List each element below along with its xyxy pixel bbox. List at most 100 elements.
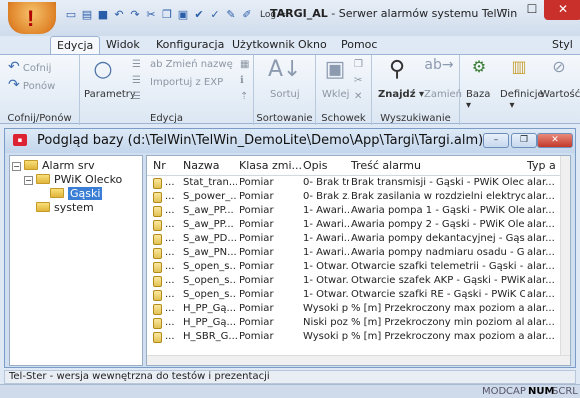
cut-small-icon: ✂ [354,75,363,86]
tree-node-pwik-olecko[interactable]: − PWiK Olecko [24,173,122,186]
table-cell: alar... [527,191,555,202]
alarm-icon [153,304,162,315]
baza-button[interactable]: Baza ▾ [466,89,490,111]
edit-icon[interactable]: ✐ [240,8,254,22]
magnifier-icon: ○ [93,57,113,82]
tab-okno[interactable]: Okno [292,36,333,54]
table-cell: ... [165,191,175,202]
table-cell: 1- Awari... [303,219,349,230]
table-cell: 1- Otwar... [303,289,349,300]
wartosc-button[interactable]: Wartość [540,89,580,100]
close-button[interactable]: ✕ [544,0,580,20]
new-file-icon[interactable]: ▭ [64,8,78,22]
database-icon: ⚙ [471,57,487,76]
column-header-tresc[interactable]: Treść alarmu [351,159,421,172]
check-list-icon[interactable]: ✓ [208,8,222,22]
vertical-scrollbar[interactable] [560,156,570,355]
table-row[interactable]: ... S_open_s...Pomiar 1- Otwar...Otwarcie … [147,275,562,289]
column-header-klasa[interactable]: Klasa zmi... [239,159,302,172]
arrow-up-icon: ⇡ [240,91,249,102]
table-cell: 0- Brak z... [303,191,349,202]
group-label-cofnij: Cofnij/Ponów [7,113,72,124]
copy-icon[interactable]: ❐ [160,8,174,22]
redo-button[interactable]: ↷ Ponów [8,77,55,93]
app-menu-button[interactable]: ! [8,2,56,34]
table-cell: Otwarcie szafki RE - Gąski - PWiK Olecko [351,289,525,300]
mdi-minimize-button[interactable]: – [483,133,509,148]
parametry-button[interactable]: Parametry [84,89,136,100]
redo-icon: ↷ [8,77,20,93]
definicje-dropdown-icon: ▾ [509,100,515,111]
save-icon[interactable]: ■ [96,8,110,22]
delete-icon[interactable]: ✕ [354,91,362,102]
definicje-button[interactable]: Definicje ▾ [500,89,544,111]
table-cell: Brak zasilania w rozdzielni elektrycznej… [351,191,525,202]
collapse-icon[interactable]: − [24,176,33,185]
collapse-icon[interactable]: − [12,162,21,171]
table-cell: alar... [527,205,555,216]
table-cell: S_open_s... [183,275,237,286]
replace-button[interactable]: Zamień [424,89,462,100]
table-cell: alar... [527,219,555,230]
table-cell: Pomiar [239,177,274,188]
table-cell: 1- Otwar... [303,275,349,286]
table-cell: ... [165,177,175,188]
table-cell: Pomiar [239,191,274,202]
undo-button[interactable]: ↶ Cofnij [8,59,51,75]
find-button[interactable]: Znajdź ▾ [378,89,424,100]
tab-pomoc[interactable]: Pomoc [335,36,383,54]
column-header-nazwa[interactable]: Nazwa [183,159,219,172]
tree-node-gaski[interactable]: Gąski [50,187,103,200]
tree-node-alarm-srv[interactable]: − Alarm srv [12,159,95,172]
table-row[interactable]: ... Stat_tran...Pomiar 0- Brak tr...Brak t… [147,177,562,191]
maximize-button[interactable]: ☐ [518,0,546,20]
alarm-icon [153,220,162,231]
table-row[interactable]: ... S_aw_PP... Pomiar 1- Awari... Awaria pom… [147,219,562,233]
mdi-close-button[interactable]: ✕ [537,133,573,148]
column-header-typ[interactable]: Typ a [527,159,556,172]
cut-icon[interactable]: ✂ [144,8,158,22]
table-row[interactable]: ... S_power_...Pomiar 0- Brak z...Brak zas… [147,191,562,205]
table-cell: Pomiar [239,233,274,244]
redo-icon[interactable]: ↷ [128,8,142,22]
undo-icon[interactable]: ↶ [112,8,126,22]
paste-icon[interactable]: ▣ [176,8,190,22]
table-header: Nr Nazwa Klasa zmi... Opis Treść alarmu … [147,156,570,176]
mdi-restore-button[interactable]: ❐ [511,133,537,148]
column-header-nr[interactable]: Nr [153,159,166,172]
rename-button[interactable]: ab Zmień nazwę [150,59,233,70]
table-row[interactable]: ... S_aw_PP... Pomiar 1- Awari... Awaria pom… [147,205,562,219]
horizontal-scrollbar[interactable] [147,355,570,365]
group-baza: ⚙ Baza ▾ [460,55,498,125]
paste-button[interactable]: Wklej [322,89,349,100]
table-cell: Pomiar [239,331,274,342]
tab-uzytkownik[interactable]: Użytkownik [226,36,301,54]
table-row[interactable]: ... S_open_s...Pomiar 1- Otwar...Otwarcie … [147,289,562,303]
table-row[interactable]: ... H_PP_Gą...Pomiar Niski poz...% [m] Prz… [147,317,562,331]
minimize-button[interactable]: – [490,0,518,20]
tab-widok[interactable]: Widok [100,36,146,54]
tree-node-system[interactable]: system [24,201,94,214]
table-row[interactable]: ... S_aw_PD... Pomiar 1- Awari... Awaria pom… [147,233,562,247]
pencil-icon[interactable]: ✎ [224,8,238,22]
alarm-icon [153,178,162,189]
table-cell: alar... [527,289,555,300]
alarm-icon [153,318,162,329]
group-label-edycja: Edycja [150,113,183,124]
import-button[interactable]: Importuj z EXP [150,77,223,88]
check-icon[interactable]: ✔ [192,8,206,22]
table-row[interactable]: ... H_PP_Gą...Pomiar Wysoki p...% [m] Prze… [147,303,562,317]
copy-small-icon: ❐ [354,59,363,70]
sort-button[interactable]: Sortuj [270,89,300,100]
style-label: Styl [552,38,573,51]
column-header-opis[interactable]: Opis [303,159,327,172]
tab-konfiguracja[interactable]: Konfiguracja [150,36,230,54]
tab-edycja[interactable]: Edycja [50,36,101,54]
alarm-icon [153,290,162,301]
open-icon[interactable]: ▤ [80,8,94,22]
table-row[interactable]: ... S_aw_PN... Pomiar 1- Awari... Awaria pom… [147,247,562,261]
table-cell: alar... [527,303,555,314]
style-menu[interactable]: Styl ▾ [546,36,580,69]
table-row[interactable]: ... S_open_s...Pomiar 1- Otwar...Otwarcie … [147,261,562,275]
table-row[interactable]: ... H_SBR_G...Pomiar Wysoki p...% [m] Prze… [147,331,562,345]
